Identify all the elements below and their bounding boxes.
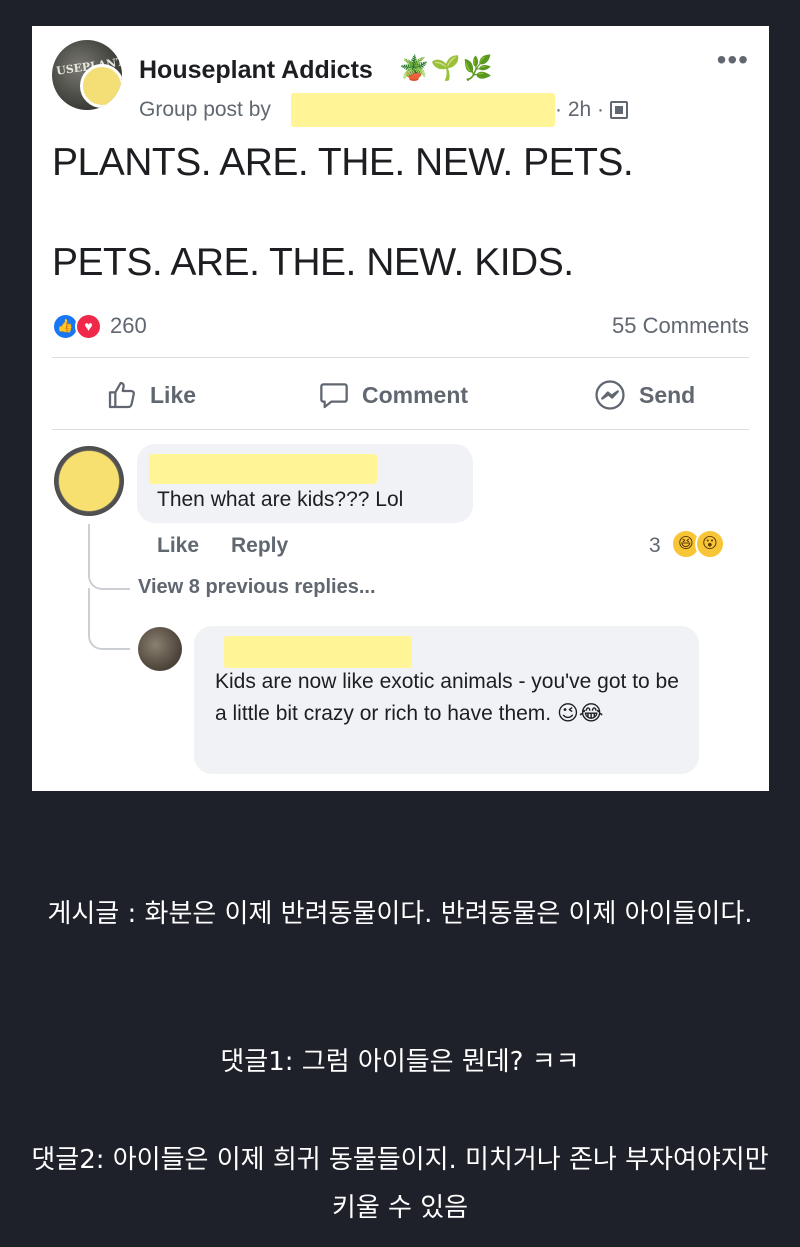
comment-bubble: Then what are kids??? Lol	[137, 444, 473, 523]
messenger-icon	[595, 380, 625, 410]
group-avatar[interactable]: USEPLANT	[52, 40, 122, 110]
reactions-summary[interactable]: 👍 ♥ 260	[52, 311, 147, 341]
thumbs-up-icon	[108, 381, 135, 409]
facebook-post-card: USEPLANT Houseplant Addicts 🪴🌱🌿 ••• Grou…	[32, 26, 769, 791]
comment-button[interactable]: Comment	[318, 376, 468, 414]
redacted-author-name	[291, 93, 555, 127]
send-button-label: Send	[639, 381, 696, 408]
post-text-line2: PETS. ARE. THE. NEW. KIDS.	[52, 241, 574, 284]
view-previous-replies-link[interactable]: View 8 previous replies...	[138, 576, 376, 599]
more-options-icon[interactable]: •••	[717, 44, 749, 76]
thread-connector	[88, 524, 130, 590]
group-privacy-icon	[609, 101, 628, 119]
redacted-replier-name	[224, 636, 412, 668]
thread-connector	[88, 588, 130, 650]
post-meta-prefix: Group post by	[139, 98, 271, 121]
comment-bubble-icon	[320, 383, 348, 409]
plant-emoji-icons: 🪴🌱🌿	[399, 55, 495, 82]
commenter-avatar[interactable]	[54, 446, 124, 516]
group-name-link[interactable]: Houseplant Addicts	[139, 56, 373, 85]
comment-reply-button[interactable]: Reply	[231, 534, 288, 558]
reaction-count: 260	[110, 313, 147, 338]
divider	[52, 357, 749, 358]
surprised-emoji-icon: 😮	[695, 529, 725, 559]
post-text-line1: PLANTS. ARE. THE. NEW. PETS.	[52, 141, 634, 184]
caption-post-translation: 게시글 : 화분은 이제 반려동물이다. 반려동물은 이제 아이들이다.	[47, 899, 753, 929]
post-timestamp[interactable]: · 2h ·	[555, 98, 628, 122]
redacted-commenter-name	[149, 454, 377, 484]
like-button-label: Like	[150, 381, 197, 408]
caption-comment1-translation: 댓글1: 그럼 아이들은 뭔데? ㅋㅋ	[220, 1047, 580, 1077]
divider	[52, 429, 749, 430]
comment-text: Then what are kids??? Lol	[157, 488, 404, 511]
comment-like-button[interactable]: Like	[157, 534, 199, 558]
poster-avatar[interactable]	[80, 64, 122, 108]
comment-button-label: Comment	[362, 381, 469, 408]
comment-reaction-count[interactable]: 3	[649, 534, 661, 558]
comment-reaction-emojis[interactable]: 😆 😮	[671, 529, 725, 559]
reply-text: Kids are now like exotic animals - you'v…	[215, 670, 679, 725]
caption-comment2-translation: 댓글2: 아이들은 이제 희귀 동물들이지. 미치거나 존나 부자여야지만 키울…	[31, 1145, 769, 1223]
like-button[interactable]: Like	[106, 376, 196, 414]
send-button[interactable]: Send	[593, 376, 695, 414]
replier-avatar[interactable]	[138, 627, 182, 671]
reply-bubble: Kids are now like exotic animals - you'v…	[194, 626, 699, 774]
comments-count-link[interactable]: 55 Comments	[612, 313, 749, 339]
love-reaction-icon: ♥	[75, 312, 102, 340]
post-time-text: · 2h ·	[555, 98, 605, 121]
